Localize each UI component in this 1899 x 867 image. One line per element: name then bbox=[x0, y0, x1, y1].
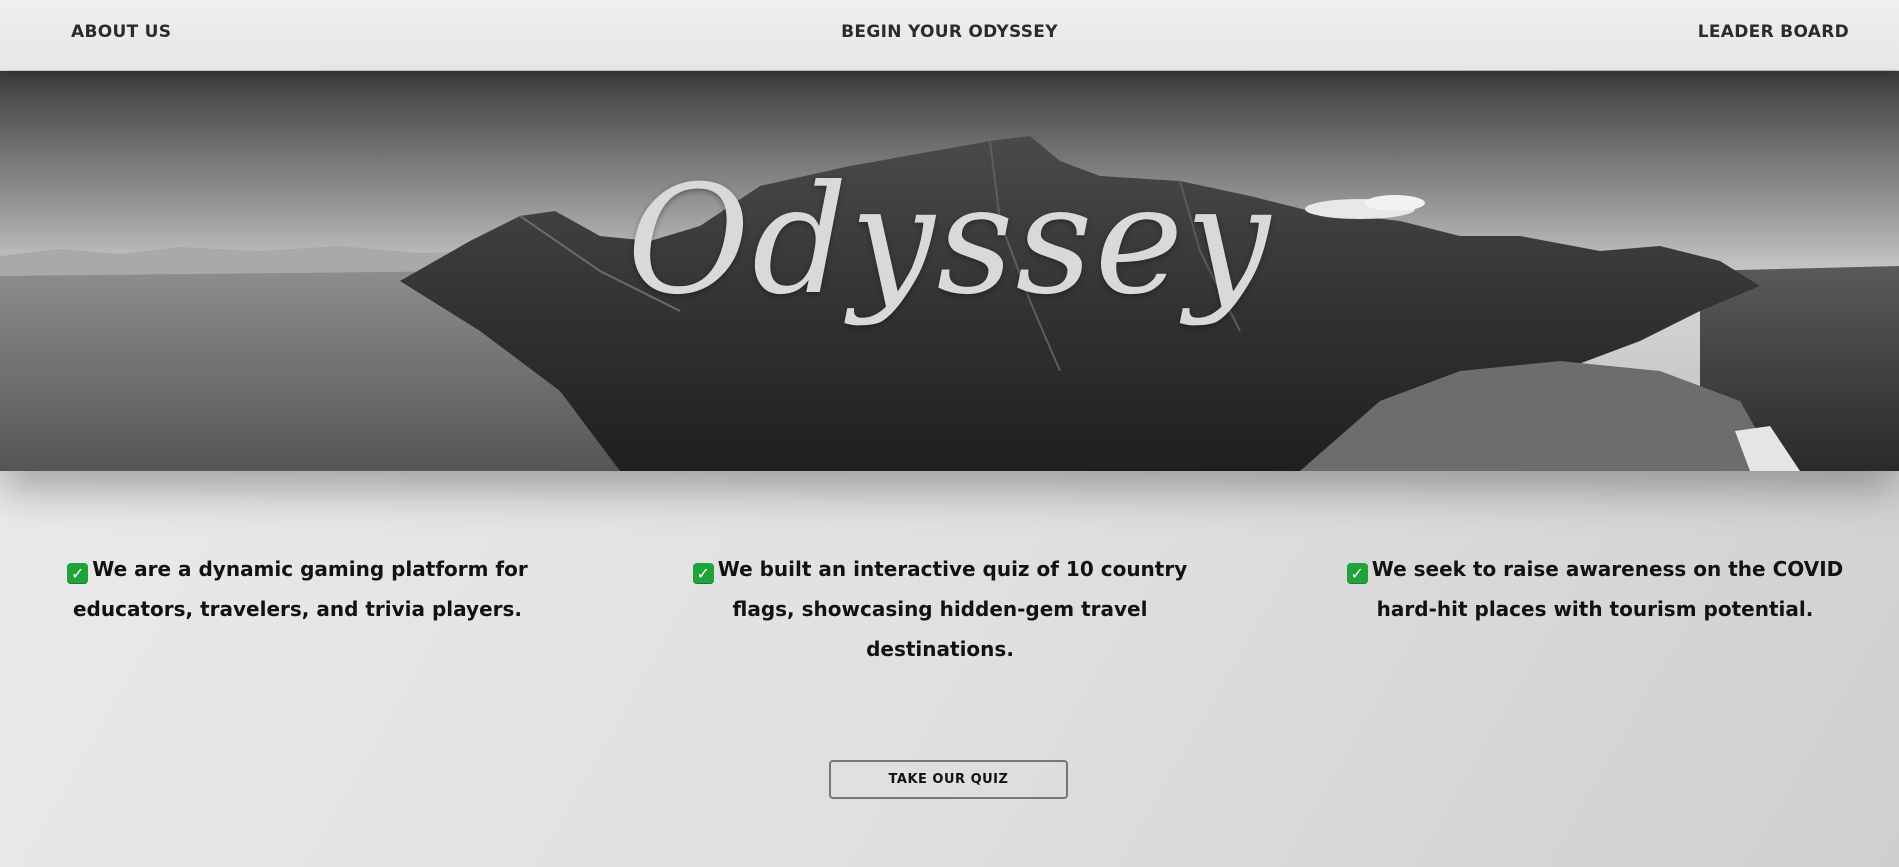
feature-item: ✓ We seek to raise awareness on the COVID… bbox=[1345, 549, 1845, 629]
nav-begin-odyssey-link[interactable]: BEGIN YOUR ODYSSEY bbox=[0, 22, 1899, 42]
feature-item: ✓ We built an interactive quiz of 10 coun… bbox=[670, 549, 1210, 669]
check-mark-icon: ✓ bbox=[67, 563, 89, 584]
feature-item: ✓ We are a dynamic gaming platform for ed… bbox=[60, 549, 535, 629]
nav-leader-board-link[interactable]: LEADER BOARD bbox=[1698, 22, 1849, 42]
check-mark-icon: ✓ bbox=[1346, 563, 1368, 584]
feature-list: ✓ We are a dynamic gaming platform for ed… bbox=[0, 549, 1899, 661]
top-navigation: ABOUT US BEGIN YOUR ODYSSEY LEADER BOARD bbox=[0, 0, 1899, 70]
hero-banner: Odyssey bbox=[0, 71, 1899, 471]
feature-text: We seek to raise awareness on the COVID … bbox=[1371, 557, 1844, 621]
feature-text: We built an interactive quiz of 10 count… bbox=[717, 557, 1188, 661]
hero-title: Odyssey bbox=[626, 154, 1273, 328]
feature-text: We are a dynamic gaming platform for edu… bbox=[72, 557, 528, 621]
check-mark-icon: ✓ bbox=[692, 563, 714, 584]
take-quiz-button[interactable]: TAKE OUR QUIZ bbox=[829, 760, 1068, 799]
